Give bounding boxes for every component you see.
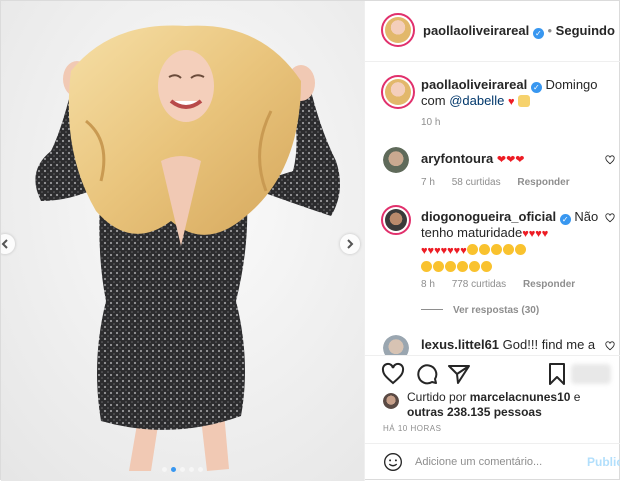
likes-summary: Curtido por marcelacnunes10 e outras 238… [407, 390, 580, 420]
carousel-next-button[interactable] [340, 234, 360, 254]
caption-text: paollaoliveirareal ✓ Domingo com @dabell… [421, 77, 601, 110]
carousel-indicator [1, 467, 364, 472]
view-replies-button[interactable]: Ver respostas (30) [421, 305, 553, 316]
liker-avatar[interactable] [383, 393, 399, 409]
woman-emoji [518, 95, 531, 107]
like-comment-heart-icon[interactable] [605, 155, 615, 165]
verified-icon: ✓ [530, 82, 542, 93]
comment-text: lexus.littel61 God!!! find me a [421, 337, 601, 353]
comment-item: diogonogueira_oficial ✓ Não tenho maturi… [379, 205, 615, 325]
liked-by-prefix: Curtido por [407, 390, 467, 404]
comment-time: 7 h [421, 177, 435, 188]
comment-time: 8 h [421, 279, 435, 290]
carousel-dot [180, 467, 185, 472]
comment-body: God!!! find me a [502, 337, 596, 352]
verified-icon: ✓ [532, 28, 544, 39]
comment-username[interactable]: lexus.littel61 [421, 337, 499, 352]
verified-icon: ✓ [559, 214, 571, 225]
caption-avatar[interactable] [381, 75, 415, 109]
comment-likes[interactable]: 58 curtidas [452, 177, 501, 188]
comment-body: ❤❤❤ [496, 154, 525, 166]
view-replies-label: Ver respostas (30) [453, 305, 540, 316]
reply-button[interactable]: Responder [523, 279, 575, 290]
chevron-left-icon [1, 239, 8, 249]
like-comment-heart-icon[interactable] [605, 341, 615, 351]
publish-button[interactable]: Publicar [587, 455, 620, 469]
comment-input[interactable] [415, 453, 575, 471]
comment-item: lexus.littel61 God!!! find me a [379, 333, 615, 355]
caption-username[interactable]: paollaoliveirareal [421, 77, 527, 92]
like-comment-heart-icon[interactable] [605, 213, 615, 223]
post-actions: Curtido por marcelacnunes10 e outras 238… [365, 355, 620, 480]
liked-by-connector: e [573, 390, 581, 404]
comment-meta: 7 h 58 curtidas Responder [421, 177, 584, 188]
liked-by-others[interactable]: outras 238.135 pessoas [407, 405, 542, 419]
comment-item: aryfontoura ❤❤❤ 7 h 58 curtidas Responde… [379, 147, 615, 188]
header-separator: • [547, 23, 553, 38]
carousel-dot [198, 467, 203, 472]
post-header: paollaoliveirareal ✓ • Seguindo [365, 1, 620, 62]
comment-icon[interactable] [415, 362, 439, 386]
heart-emoji: ♥ [507, 96, 515, 108]
photo-illustration [1, 1, 364, 481]
blurred-icon-placeholder [571, 364, 611, 384]
caption: paollaoliveirareal ✓ Domingo com @dabell… [379, 73, 615, 133]
following-button[interactable]: Seguindo [556, 23, 615, 38]
liked-by-user[interactable]: marcelacnunes10 [470, 390, 571, 404]
chevron-right-icon [347, 239, 354, 249]
post-timestamp[interactable]: HÁ 10 HORAS [383, 424, 441, 433]
comment-likes[interactable]: 778 curtidas [452, 279, 506, 290]
author-username[interactable]: paollaoliveirareal [423, 23, 529, 38]
caption-time: 10 h [421, 117, 441, 128]
bookmark-icon[interactable] [545, 362, 569, 386]
carousel-dot [171, 467, 176, 472]
reply-button[interactable]: Responder [517, 177, 569, 188]
carousel-dot [162, 467, 167, 472]
commenter-avatar[interactable] [383, 335, 409, 355]
post-side-panel: paollaoliveirareal ✓ • Seguindo paollaol… [364, 1, 620, 481]
emoji-icon[interactable] [383, 452, 403, 472]
instagram-post: paollaoliveirareal ✓ • Seguindo paollaol… [0, 0, 620, 481]
heart-icon[interactable] [381, 362, 405, 386]
comment-username[interactable]: aryfontoura [421, 151, 493, 166]
comment-username[interactable]: diogonogueira_oficial [421, 209, 556, 224]
caption-mention[interactable]: @dabelle [449, 93, 504, 108]
post-photo[interactable] [1, 1, 364, 481]
comment-meta: 8 h 778 curtidas Responder [421, 279, 589, 290]
comment-text: aryfontoura ❤❤❤ [421, 151, 601, 168]
commenter-avatar[interactable] [383, 147, 409, 173]
share-icon[interactable] [447, 362, 471, 386]
carousel-dot [189, 467, 194, 472]
carousel-prev-button[interactable] [1, 234, 15, 254]
add-comment-bar: Publicar [365, 443, 620, 481]
comments-list[interactable]: paollaoliveirareal ✓ Domingo com @dabell… [365, 61, 620, 355]
author-avatar[interactable] [381, 13, 415, 47]
commenter-avatar[interactable] [381, 205, 411, 235]
comment-text: diogonogueira_oficial ✓ Não tenho maturi… [421, 209, 601, 275]
